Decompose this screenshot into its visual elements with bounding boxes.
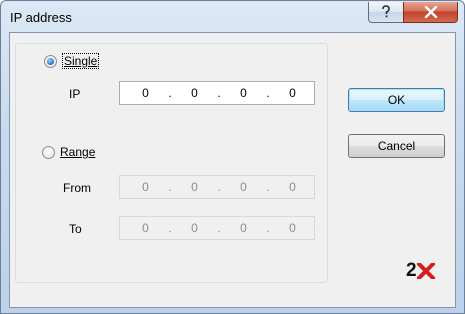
ip-octet-4[interactable]: 0 [285, 86, 300, 100]
ip-octet-1[interactable]: 0 [138, 86, 153, 100]
to-octet-1: 0 [142, 221, 149, 235]
to-octet-2: 0 [191, 221, 198, 235]
range-label: Range [60, 145, 95, 159]
range-option[interactable]: Range [42, 145, 95, 159]
ip-label: IP [69, 87, 81, 101]
ok-button[interactable]: OK [348, 88, 445, 112]
ip-dot: . [266, 180, 270, 194]
from-octet-1: 0 [142, 180, 149, 194]
to-label: To [69, 222, 82, 236]
to-octet-4: 0 [289, 221, 296, 235]
single-radio[interactable] [44, 54, 57, 68]
range-radio[interactable] [42, 145, 55, 159]
close-button[interactable] [403, 2, 458, 23]
window-title: IP address [10, 10, 72, 25]
2x-logo: 2 [406, 260, 435, 282]
ip-address-dialog: IP address Single IP 0 . 0 . 0 . 0 Range… [0, 0, 465, 314]
dialog-body: Single IP 0 . 0 . 0 . 0 Range From 0 . 0… [9, 32, 456, 308]
ip-dot: . [266, 86, 270, 100]
from-octet-3: 0 [240, 180, 247, 194]
logo-x-icon [416, 263, 435, 279]
ip-octet-3[interactable]: 0 [236, 86, 251, 100]
ip-dot: . [168, 221, 172, 235]
ip-input[interactable]: 0 . 0 . 0 . 0 [119, 81, 315, 105]
from-ip-input[interactable]: 0 . 0 . 0 . 0 [119, 175, 315, 199]
from-octet-4: 0 [289, 180, 296, 194]
close-x-icon [424, 6, 437, 18]
from-label: From [63, 181, 91, 195]
ip-dot: . [217, 221, 221, 235]
logo-two: 2 [406, 260, 417, 281]
help-button[interactable] [368, 2, 404, 23]
single-option[interactable]: Single [44, 53, 100, 69]
title-bar[interactable]: IP address [1, 1, 464, 33]
single-label: Single [62, 53, 100, 69]
ip-dot: . [168, 180, 172, 194]
ip-selection-group: Single IP 0 . 0 . 0 . 0 Range From 0 . 0… [15, 43, 328, 283]
ip-dot: . [217, 86, 221, 100]
ip-octet-2[interactable]: 0 [187, 86, 202, 100]
from-octet-2: 0 [191, 180, 198, 194]
cancel-button[interactable]: Cancel [348, 134, 445, 158]
question-mark-icon [382, 5, 390, 18]
to-ip-input[interactable]: 0 . 0 . 0 . 0 [119, 216, 315, 240]
ip-dot: . [266, 221, 270, 235]
range-label-text: Range [60, 145, 96, 159]
to-octet-3: 0 [240, 221, 247, 235]
single-label-text: Single [64, 54, 98, 68]
ip-dot: . [168, 86, 172, 100]
ip-dot: . [217, 180, 221, 194]
